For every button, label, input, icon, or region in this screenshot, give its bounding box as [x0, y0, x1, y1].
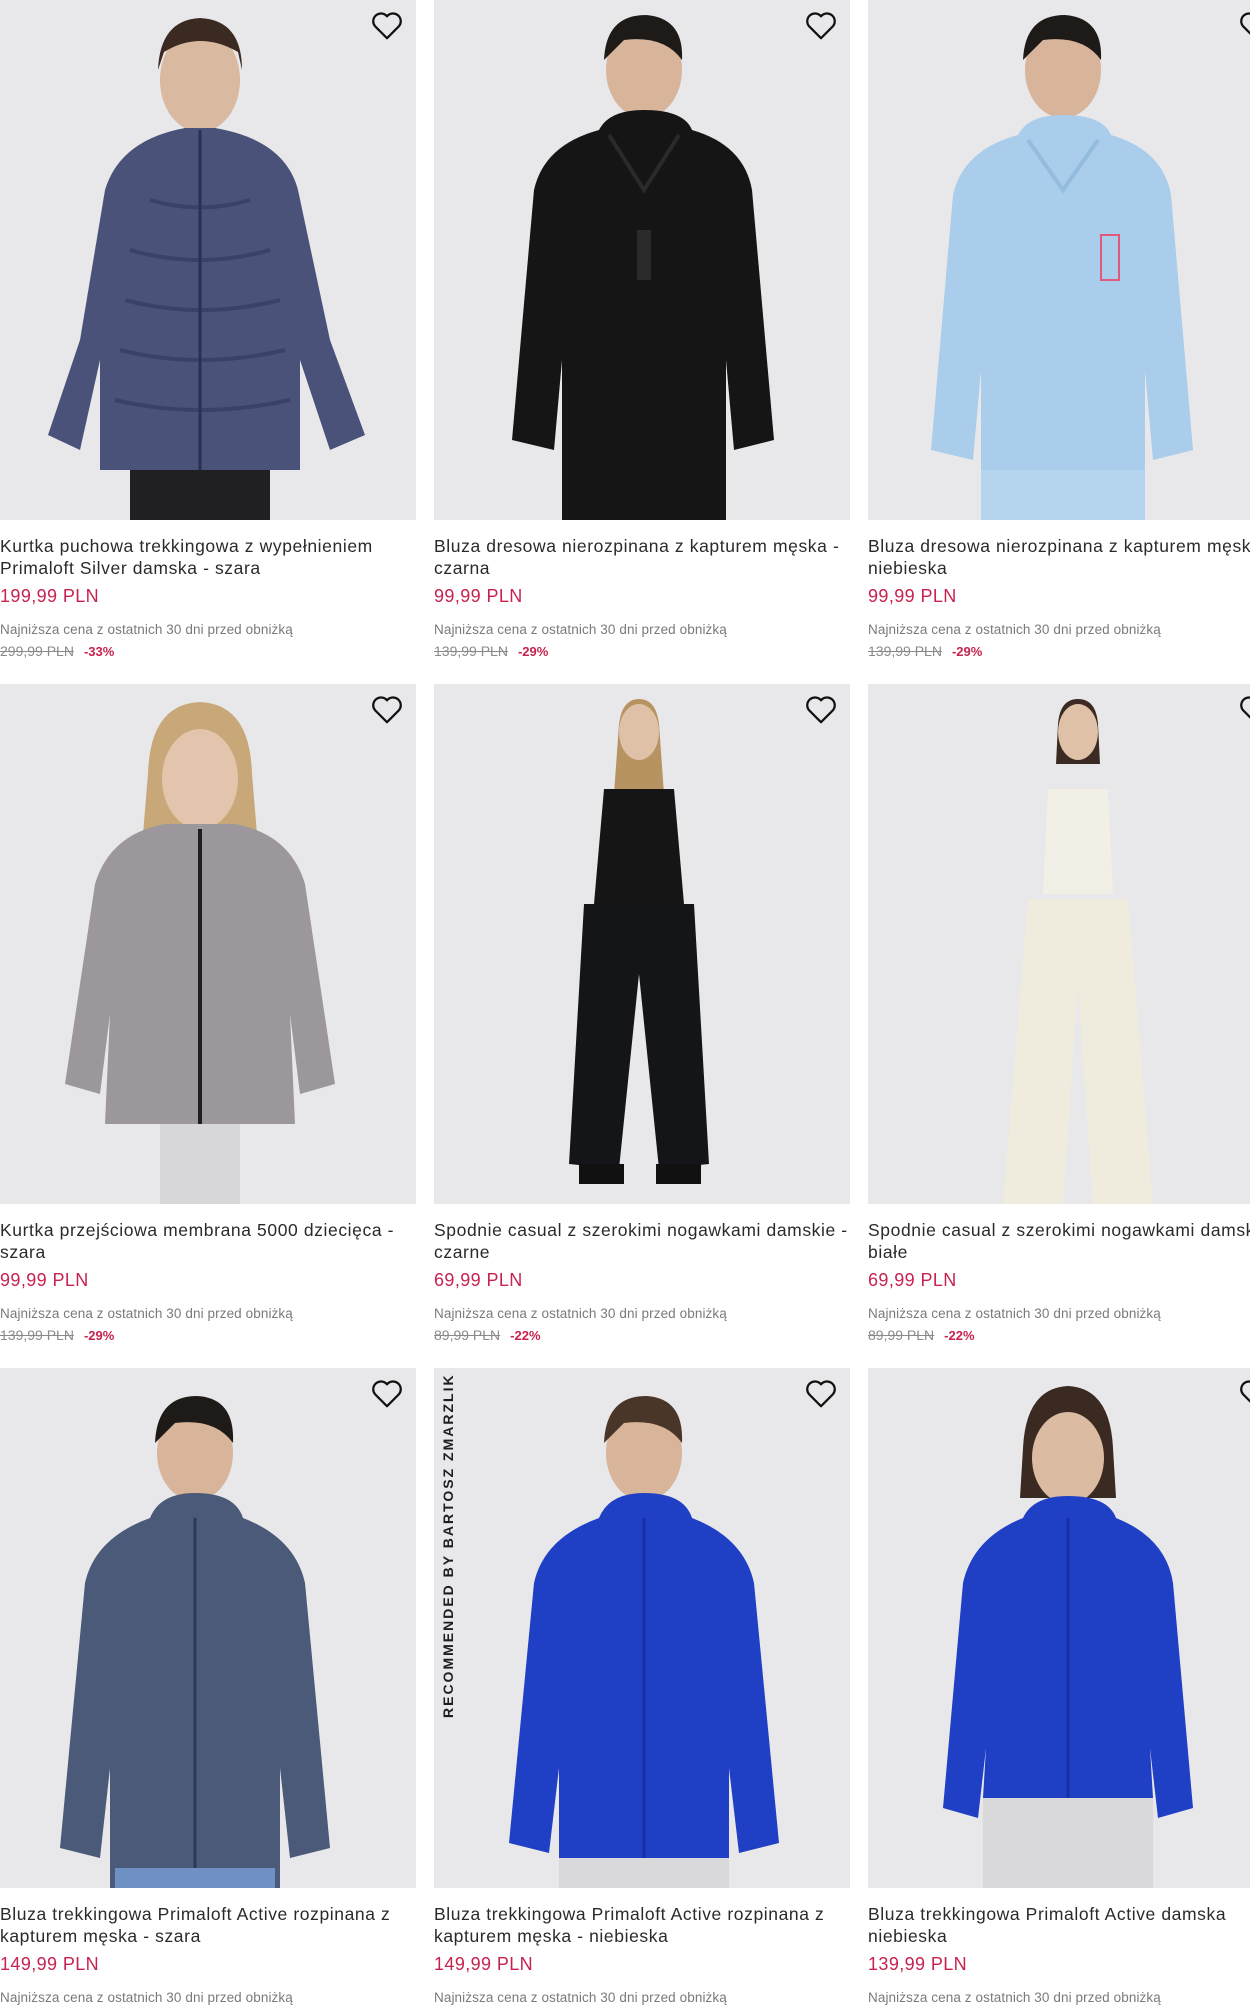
product-card[interactable]: Spodnie casual z szerokimi nogawkami dam… — [868, 684, 1250, 1359]
old-price: 89,99 PLN — [434, 1327, 501, 1343]
recommended-badge-text: RECOMMENDED BY BARTOSZ ZMARZLIK — [440, 1373, 456, 1718]
product-image[interactable] — [868, 0, 1250, 520]
product-price: 99,99 PLN — [868, 586, 957, 606]
lowest-price-label: Najniższa cena z ostatnich 30 dni przed … — [434, 622, 727, 637]
old-price: 299,99 PLN — [0, 643, 74, 659]
product-photo — [434, 1368, 850, 1888]
product-image[interactable]: RECOMMENDED BY BARTOSZ ZMARZLIK — [434, 1368, 850, 1888]
old-price: 139,99 PLN — [0, 1327, 74, 1343]
discount-badge: -29% — [83, 1328, 115, 1343]
favorite-button[interactable] — [804, 10, 840, 44]
lowest-price-label: Najniższa cena z ostatnich 30 dni przed … — [434, 1990, 727, 2005]
product-image[interactable] — [0, 684, 416, 1204]
product-image[interactable] — [434, 684, 850, 1204]
favorite-button[interactable] — [370, 10, 406, 44]
lowest-price-label: Najniższa cena z ostatnich 30 dni przed … — [0, 622, 293, 637]
lowest-price-label: Najniższa cena z ostatnich 30 dni przed … — [868, 622, 1161, 637]
favorite-button[interactable] — [1238, 1378, 1250, 1412]
product-price: 69,99 PLN — [434, 1270, 523, 1290]
favorite-button[interactable] — [370, 1378, 406, 1412]
product-price: 139,99 PLN — [868, 1954, 968, 1974]
product-price: 149,99 PLN — [434, 1954, 534, 1974]
product-card[interactable]: Kurtka przejściowa membrana 5000 dziecię… — [0, 684, 416, 1359]
old-price: 139,99 PLN — [434, 643, 508, 659]
product-title[interactable]: Kurtka puchowa trekkingowa z wypełnienie… — [0, 536, 416, 579]
lowest-price-label: Najniższa cena z ostatnich 30 dni przed … — [868, 1990, 1161, 2005]
heart-outline-icon — [372, 1380, 402, 1408]
product-price: 149,99 PLN — [0, 1954, 100, 1974]
lowest-price-label: Najniższa cena z ostatnich 30 dni przed … — [434, 1306, 727, 1321]
product-photo — [868, 1368, 1250, 1888]
product-photo — [434, 684, 850, 1204]
old-price-row: 299,99 PLN -33% — [0, 643, 114, 659]
old-price-row: 89,99 PLN -22% — [868, 1327, 975, 1343]
product-card[interactable]: Bluza dresowa nierozpinana z kapturem mę… — [868, 0, 1250, 675]
product-image[interactable] — [434, 0, 850, 520]
product-title[interactable]: Bluza trekkingowa Primaloft Active rozpi… — [434, 1904, 850, 1947]
heart-outline-icon — [806, 12, 836, 40]
product-title[interactable]: Bluza trekkingowa Primaloft Active rozpi… — [0, 1904, 416, 1947]
discount-badge: -29% — [951, 644, 983, 659]
discount-badge: -33% — [83, 644, 115, 659]
product-grid: Kurtka puchowa trekkingowa z wypełnienie… — [0, 0, 1250, 2014]
product-price: 69,99 PLN — [868, 1270, 957, 1290]
product-title[interactable]: Bluza trekkingowa Primaloft Active damsk… — [868, 1904, 1250, 1947]
old-price-row: 139,99 PLN -29% — [868, 643, 982, 659]
old-price-row: 139,99 PLN -29% — [0, 1327, 114, 1343]
product-photo — [0, 684, 416, 1204]
product-title[interactable]: Bluza dresowa nierozpinana z kapturem mę… — [868, 536, 1250, 579]
product-price: 199,99 PLN — [0, 586, 100, 606]
heart-outline-icon — [806, 696, 836, 724]
product-photo — [868, 0, 1250, 520]
discount-badge: -22% — [944, 1328, 975, 1343]
old-price-row: 89,99 PLN -22% — [434, 1327, 541, 1343]
product-card[interactable]: RECOMMENDED BY BARTOSZ ZMARZLIK Bluza tr… — [434, 1368, 850, 2014]
product-image[interactable] — [0, 1368, 416, 1888]
old-price-row: 139,99 PLN -29% — [434, 643, 548, 659]
product-photo — [0, 0, 416, 520]
product-price: 99,99 PLN — [0, 1270, 89, 1290]
product-title[interactable]: Bluza dresowa nierozpinana z kapturem mę… — [434, 536, 850, 579]
favorite-button[interactable] — [370, 694, 406, 728]
heart-outline-icon — [372, 12, 402, 40]
product-card[interactable]: Bluza dresowa nierozpinana z kapturem mę… — [434, 0, 850, 675]
product-price: 99,99 PLN — [434, 586, 523, 606]
heart-outline-icon — [1240, 12, 1250, 35]
product-photo — [0, 1368, 416, 1888]
lowest-price-label: Najniższa cena z ostatnich 30 dni przed … — [0, 1306, 293, 1321]
favorite-button[interactable] — [804, 694, 840, 728]
old-price: 89,99 PLN — [868, 1327, 935, 1343]
product-image[interactable] — [868, 684, 1250, 1204]
product-image[interactable] — [868, 1368, 1250, 1888]
product-card[interactable]: Bluza trekkingowa Primaloft Active damsk… — [868, 1368, 1250, 2014]
heart-outline-icon — [1240, 696, 1250, 719]
product-photo — [434, 0, 850, 520]
product-image[interactable] — [0, 0, 416, 520]
product-photo — [868, 684, 1250, 1204]
heart-outline-icon — [1240, 1380, 1250, 1403]
discount-badge: -22% — [510, 1328, 541, 1343]
lowest-price-label: Najniższa cena z ostatnich 30 dni przed … — [0, 1990, 293, 2005]
favorite-button[interactable] — [1238, 694, 1250, 728]
old-price: 139,99 PLN — [868, 643, 942, 659]
product-title[interactable]: Kurtka przejściowa membrana 5000 dziecię… — [0, 1220, 416, 1263]
heart-outline-icon — [372, 696, 402, 724]
favorite-button[interactable] — [804, 1378, 840, 1412]
product-card[interactable]: Bluza trekkingowa Primaloft Active rozpi… — [0, 1368, 416, 2014]
heart-outline-icon — [806, 1380, 836, 1408]
product-card[interactable]: Spodnie casual z szerokimi nogawkami dam… — [434, 684, 850, 1359]
recommended-badge: RECOMMENDED BY BARTOSZ ZMARZLIK — [434, 1368, 474, 1728]
favorite-button[interactable] — [1238, 10, 1250, 44]
discount-badge: -29% — [517, 644, 549, 659]
product-title[interactable]: Spodnie casual z szerokimi nogawkami dam… — [868, 1220, 1250, 1263]
product-card[interactable]: Kurtka puchowa trekkingowa z wypełnienie… — [0, 0, 416, 675]
product-title[interactable]: Spodnie casual z szerokimi nogawkami dam… — [434, 1220, 850, 1263]
lowest-price-label: Najniższa cena z ostatnich 30 dni przed … — [868, 1306, 1161, 1321]
